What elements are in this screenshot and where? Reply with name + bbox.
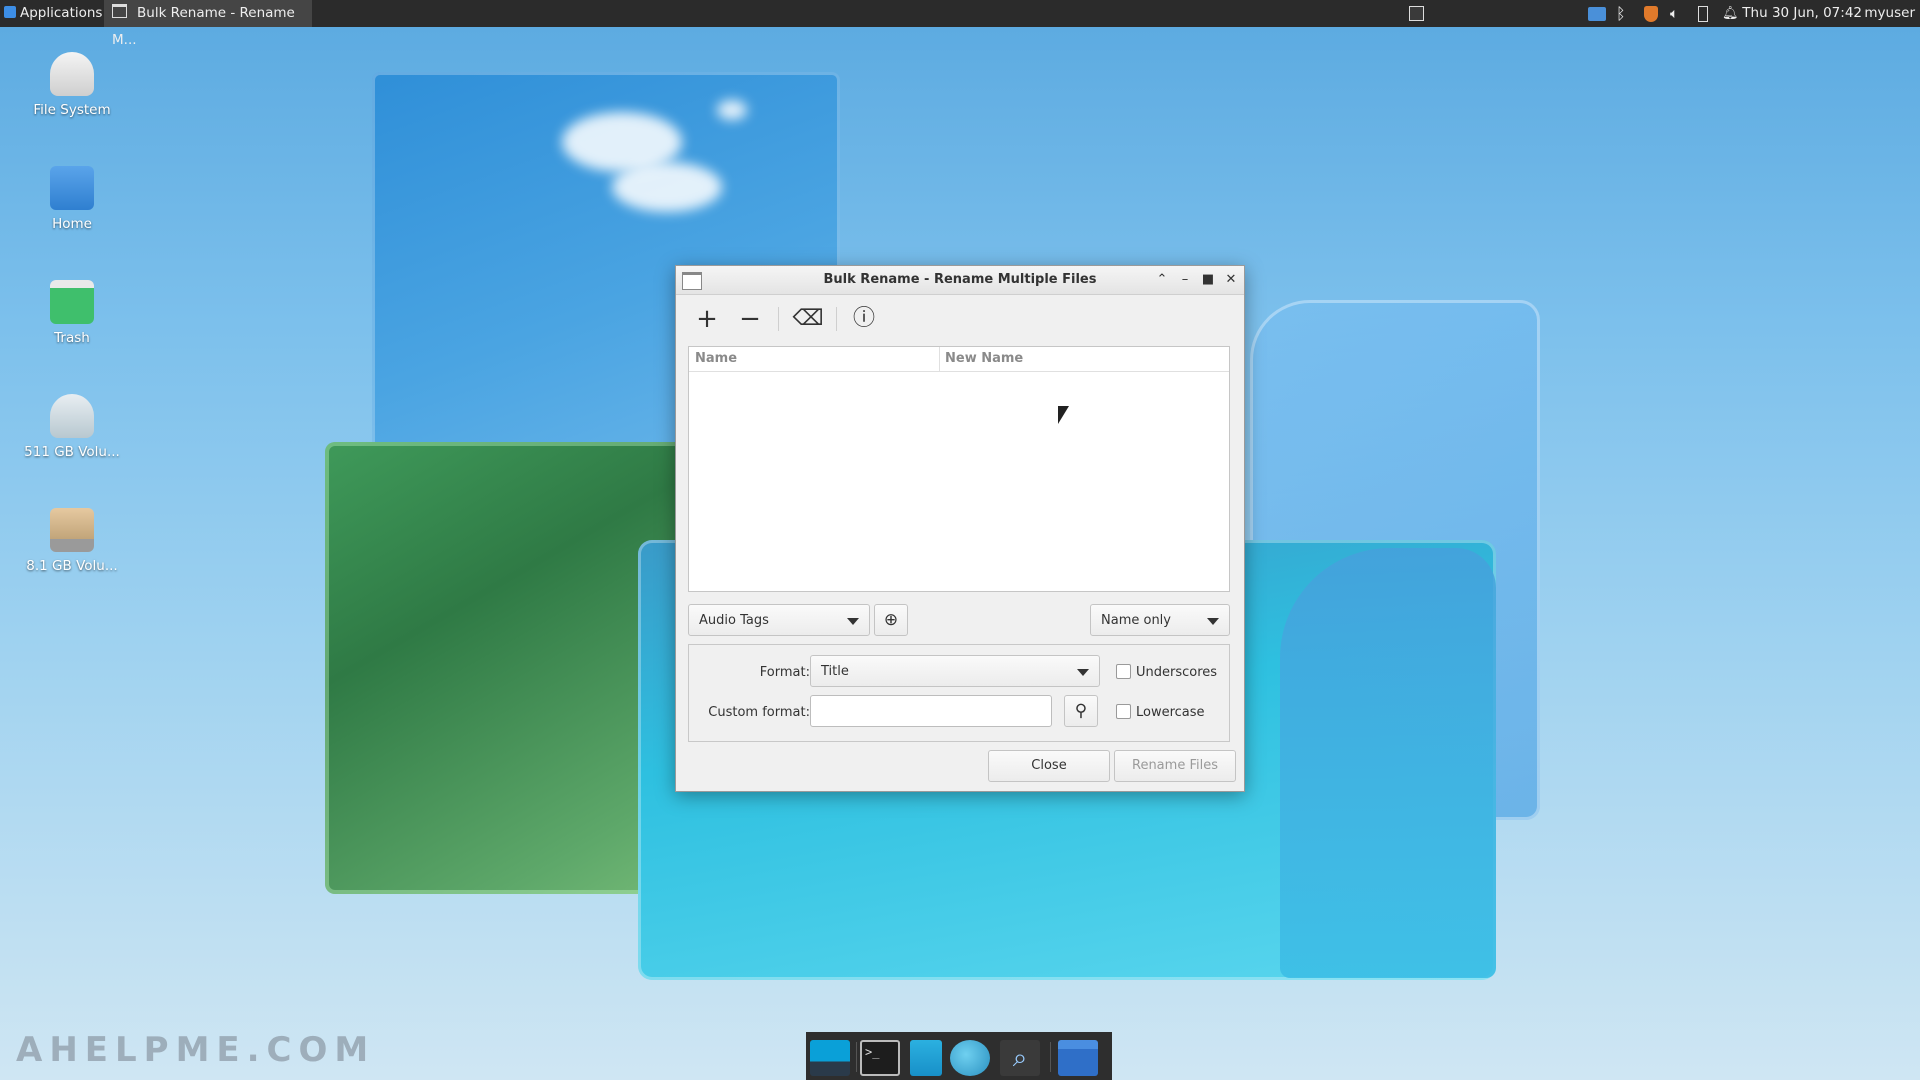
trash-icon xyxy=(50,280,94,324)
xfce-logo-icon xyxy=(4,6,16,18)
applications-menu[interactable]: Applications xyxy=(0,0,102,27)
network-icon[interactable] xyxy=(1588,0,1606,27)
toolbar-separator xyxy=(778,307,779,331)
volume-icon[interactable]: 🔈︎ xyxy=(1670,0,1686,27)
minus-icon: − xyxy=(739,304,761,334)
renamer-combo[interactable]: Audio Tags xyxy=(688,604,870,636)
chevron-down-icon xyxy=(847,618,859,625)
renamer-combo-value: Audio Tags xyxy=(699,613,769,628)
checkbox-box xyxy=(1116,704,1131,719)
remove-files-button[interactable]: − xyxy=(733,303,767,335)
file-list-header: Name New Name xyxy=(689,347,1229,372)
desktop-icon-trash[interactable]: Trash xyxy=(16,280,128,346)
power-icon[interactable] xyxy=(1698,0,1708,27)
maximize-icon[interactable]: ■ xyxy=(1198,270,1218,290)
lowercase-label: Lowercase xyxy=(1136,705,1205,720)
format-combo-value: Title xyxy=(821,664,849,679)
close-button[interactable]: Close xyxy=(988,750,1110,782)
underscores-label: Underscores xyxy=(1136,665,1218,680)
info-icon: ⓘ xyxy=(852,306,875,331)
file-list[interactable]: Name New Name xyxy=(688,346,1230,592)
taskbar-window-button[interactable]: Bulk Rename - Rename M... xyxy=(104,0,312,48)
dock-separator xyxy=(1050,1042,1051,1072)
mouse-pointer-icon xyxy=(1058,406,1069,424)
desktop-icon-label: Trash xyxy=(54,330,90,346)
chevron-down-icon xyxy=(1207,618,1219,625)
custom-format-hint-button[interactable]: ⚲ xyxy=(1064,695,1098,727)
renamer-help-button[interactable]: ⊕ xyxy=(874,604,908,636)
clear-icon: ⌫ xyxy=(792,306,824,331)
watermark: AHELPME.COM xyxy=(16,1030,376,1070)
custom-format-input[interactable] xyxy=(810,695,1052,727)
wallpaper-cloud xyxy=(612,162,722,212)
applications-label: Applications xyxy=(20,5,103,21)
desktop-icon-volume-511[interactable]: 511 GB Volu... xyxy=(16,394,128,460)
wallpaper-glass-wave xyxy=(1280,548,1496,978)
minimize-icon[interactable]: – xyxy=(1175,270,1195,290)
dock: >_ ⌕ xyxy=(806,1032,1112,1080)
clock[interactable]: Thu 30 Jun, 07:42 xyxy=(1742,0,1862,27)
wallpaper-cloud xyxy=(717,100,747,120)
search-icon[interactable]: ⌕ xyxy=(1000,1040,1040,1076)
about-button[interactable]: ⓘ xyxy=(847,303,881,335)
underscores-checkbox[interactable]: Underscores xyxy=(1116,664,1217,680)
home-folder-icon xyxy=(50,166,94,210)
column-header-name[interactable]: Name xyxy=(695,347,737,371)
lowercase-checkbox[interactable]: Lowercase xyxy=(1116,704,1205,720)
volume-icon xyxy=(50,394,94,438)
checkbox-box xyxy=(1116,664,1131,679)
desktop-icon-label: 511 GB Volu... xyxy=(24,444,120,460)
scope-combo[interactable]: Name only xyxy=(1090,604,1230,636)
web-browser-icon[interactable] xyxy=(950,1040,990,1076)
toolbar-separator xyxy=(836,307,837,331)
help-lifebuoy-icon: ⊕ xyxy=(883,610,899,630)
format-combo[interactable]: Title xyxy=(810,655,1100,687)
clear-button[interactable]: ⌫ xyxy=(791,303,825,335)
bulk-rename-dialog: Bulk Rename - Rename Multiple Files ⌃ – … xyxy=(675,265,1245,792)
notification-bell-icon[interactable]: 🔔︎ xyxy=(1722,0,1739,27)
workspace-switcher[interactable] xyxy=(1409,6,1424,21)
scope-combo-value: Name only xyxy=(1101,613,1171,628)
show-desktop-icon[interactable] xyxy=(810,1040,850,1076)
drive-icon xyxy=(50,52,94,96)
desktop-icon-label: File System xyxy=(33,102,111,118)
chevron-down-icon xyxy=(1077,669,1089,676)
custom-format-label: Custom format: xyxy=(708,705,810,720)
column-separator[interactable] xyxy=(939,347,940,371)
bluetooth-icon[interactable]: ᛒ xyxy=(1616,0,1632,27)
close-icon[interactable]: ✕ xyxy=(1221,270,1241,290)
column-header-new-name[interactable]: New Name xyxy=(945,347,1023,371)
user-menu[interactable]: myuser xyxy=(1864,0,1915,27)
terminal-icon[interactable]: >_ xyxy=(860,1040,900,1076)
desktop-icon-label: Home xyxy=(52,216,92,232)
taskbar-window-title: Bulk Rename - Rename M... xyxy=(112,5,295,48)
desktop-icon-volume-8[interactable]: 8.1 GB Volu... xyxy=(16,508,128,574)
volume-icon xyxy=(50,508,94,552)
title-bar[interactable]: Bulk Rename - Rename Multiple Files ⌃ – … xyxy=(676,266,1244,295)
security-shield-icon[interactable] xyxy=(1644,0,1658,27)
top-panel: Applications Bulk Rename - Rename M... ᛒ… xyxy=(0,0,1920,48)
file-manager-icon[interactable] xyxy=(910,1040,942,1076)
format-label: Format: xyxy=(759,665,810,680)
dock-separator xyxy=(856,1042,857,1072)
rename-files-button[interactable]: Rename Files xyxy=(1114,750,1236,782)
desktop-icon-file-system[interactable]: File System xyxy=(16,52,128,118)
window-icon xyxy=(112,4,127,18)
plus-icon: + xyxy=(696,304,718,334)
desktop-icon-label: 8.1 GB Volu... xyxy=(26,558,118,574)
add-files-button[interactable]: + xyxy=(690,303,724,335)
desktop-icon-home[interactable]: Home xyxy=(16,166,128,232)
toolbar: + − ⌫ ⓘ xyxy=(676,295,1244,343)
folder-icon[interactable] xyxy=(1058,1040,1098,1076)
lightbulb-icon: ⚲ xyxy=(1074,701,1088,721)
shade-icon[interactable]: ⌃ xyxy=(1152,270,1172,290)
